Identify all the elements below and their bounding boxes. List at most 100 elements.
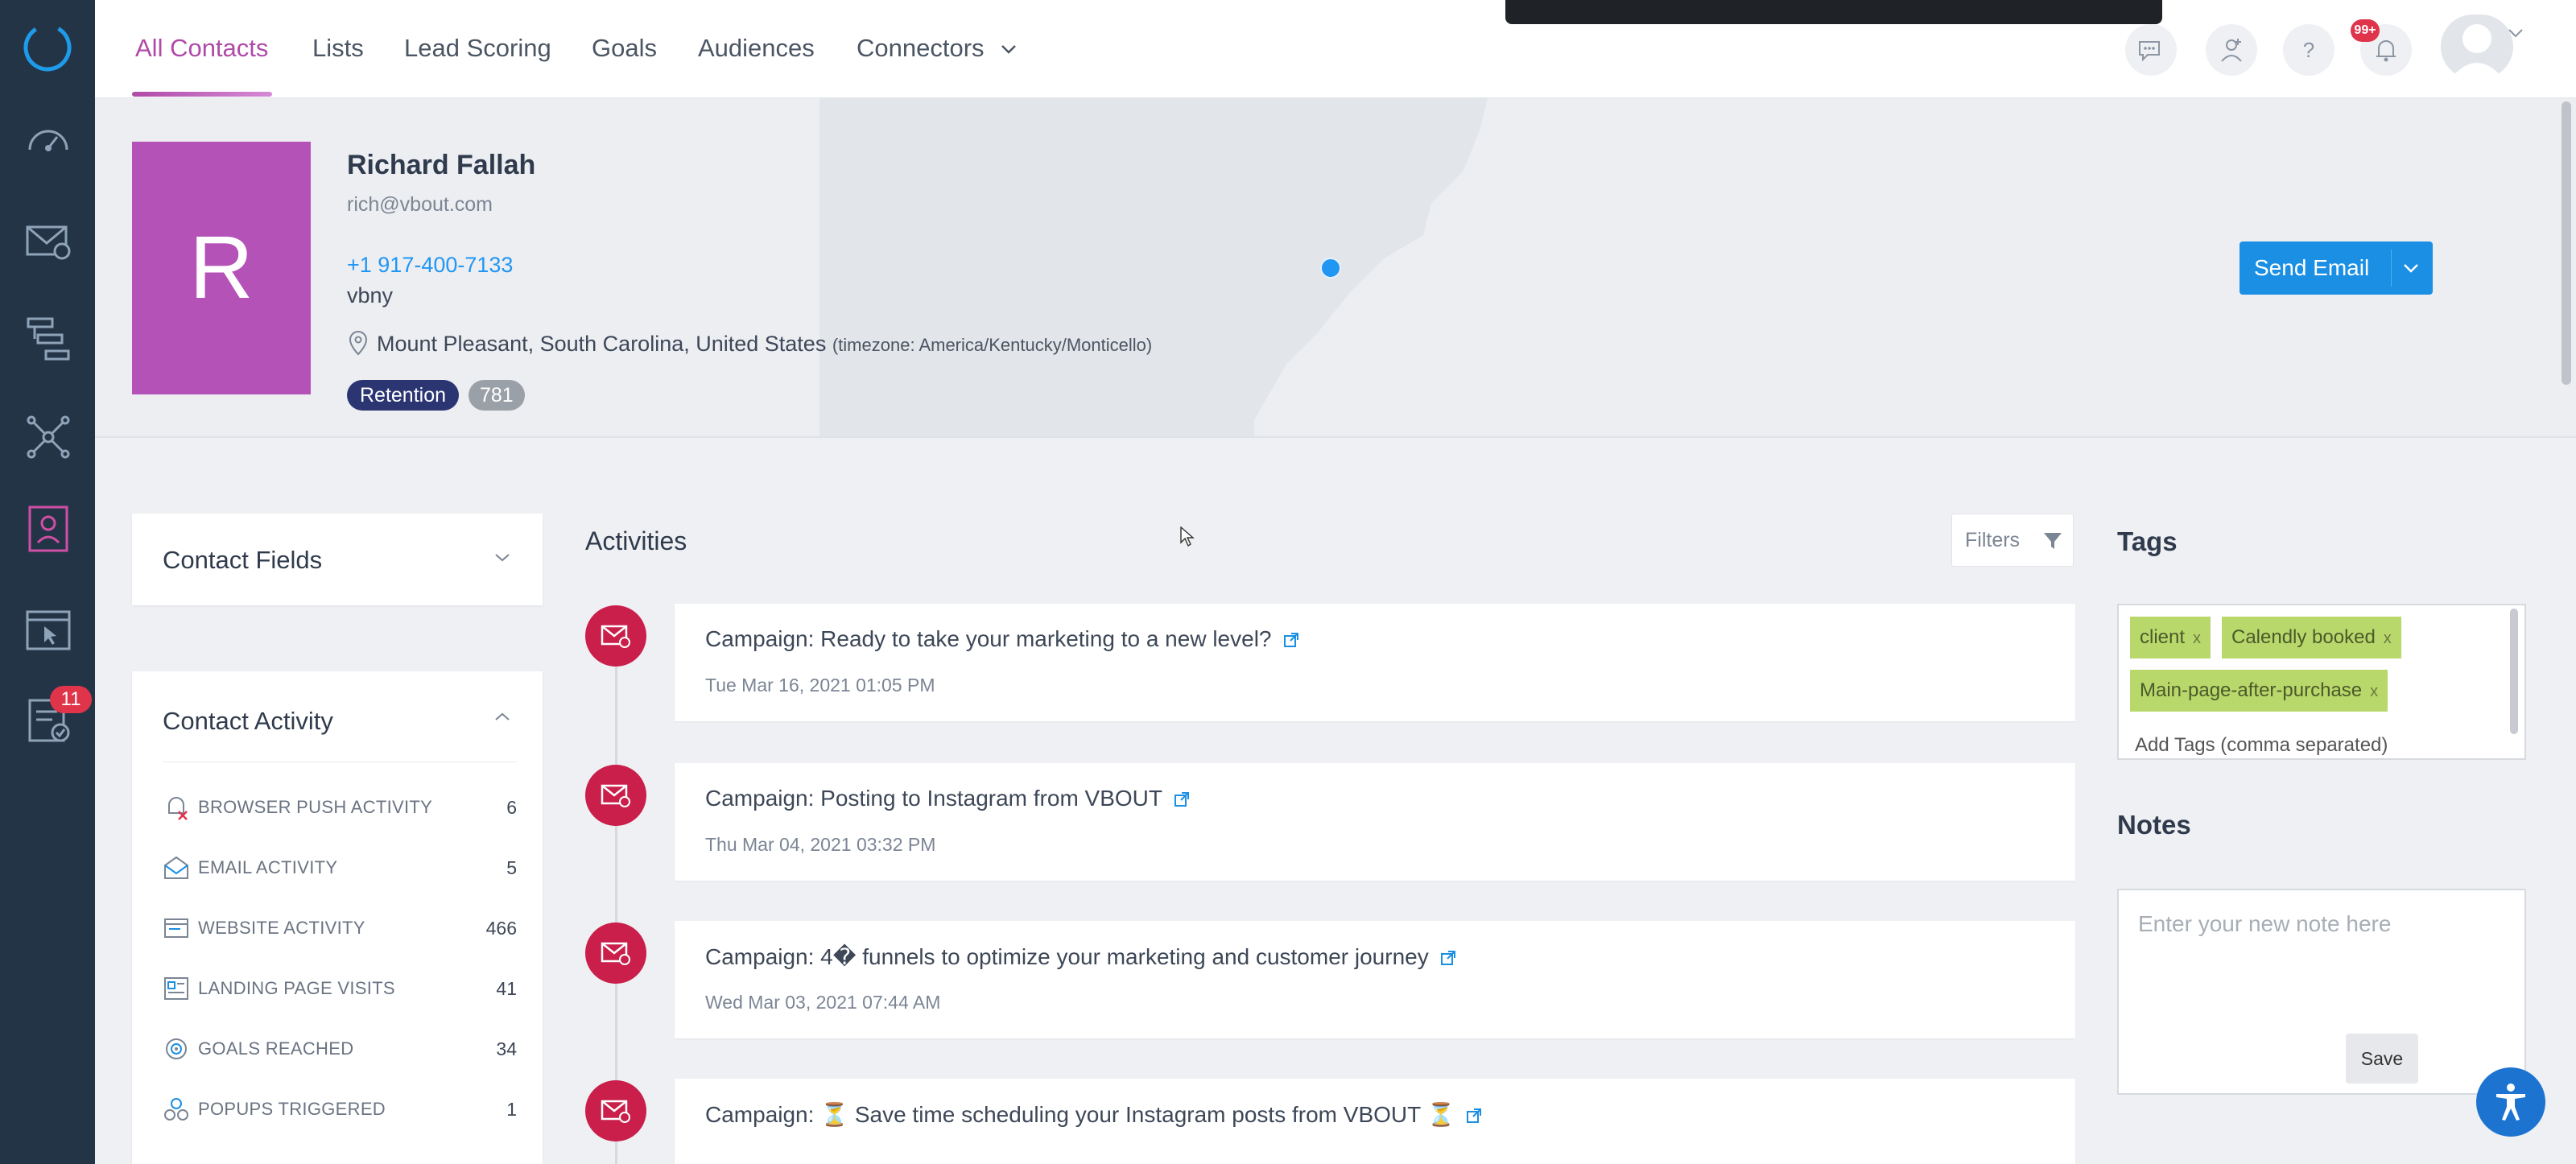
- remove-tag-button[interactable]: x: [2370, 683, 2378, 700]
- email-campaign-icon: [601, 942, 630, 965]
- activity-row-browser-push[interactable]: BROWSER PUSH ACTIVITY 6: [163, 790, 517, 823]
- remove-tag-button[interactable]: x: [2193, 629, 2201, 647]
- tab-lead-scoring[interactable]: Lead Scoring: [404, 34, 551, 63]
- dashboard-gauge-icon[interactable]: [23, 118, 73, 167]
- contact-location: Mount Pleasant, South Carolina, United S…: [377, 332, 1152, 357]
- chat-button[interactable]: [2125, 24, 2177, 76]
- activity-row-popups[interactable]: POPUPS TRIGGERED 1: [163, 1092, 517, 1125]
- activity-card-title[interactable]: Campaign: ⏳ Save time scheduling your In…: [705, 1101, 1482, 1128]
- activity-card-date: Tue Mar 16, 2021 01:05 PM: [705, 675, 935, 696]
- chevron-down-icon[interactable]: [493, 551, 512, 565]
- tag-label: Main-page-after-purchase: [2140, 679, 2363, 701]
- activity-title-text: Campaign: 4� funnels to optimize your ma…: [705, 944, 1429, 969]
- logo-ring-icon[interactable]: [19, 19, 76, 76]
- tab-connectors[interactable]: Connectors: [857, 34, 985, 63]
- tab-goals[interactable]: Goals: [592, 34, 657, 63]
- contacts-icon[interactable]: [23, 504, 73, 554]
- filters-button[interactable]: Filters: [1951, 514, 2074, 567]
- user-silhouette-icon: [2450, 24, 2504, 79]
- note-placeholder: Enter your new note here: [2138, 911, 2392, 936]
- activities-heading: Activities: [585, 526, 687, 555]
- activity-row-landing-pages[interactable]: LANDING PAGE VISITS 41: [163, 972, 517, 1004]
- button-divider: [2391, 250, 2392, 287]
- contact-activity-title: Contact Activity: [163, 707, 333, 735]
- activity-row-website[interactable]: WEBSITE ACTIVITY 466: [163, 911, 517, 943]
- activity-label: EMAIL ACTIVITY: [198, 857, 338, 877]
- chat-icon: [2139, 41, 2160, 62]
- landing-page-icon: [164, 977, 188, 1000]
- add-user-icon: [2221, 39, 2242, 62]
- target-icon: [166, 1038, 187, 1059]
- contact-phone[interactable]: +1 917-400-7133: [347, 253, 513, 278]
- activity-card[interactable]: Campaign: 4� funnels to optimize your ma…: [675, 921, 2075, 1038]
- chevron-down-icon[interactable]: [2505, 23, 2526, 43]
- chevron-down-icon[interactable]: [2402, 261, 2420, 275]
- contact-email[interactable]: rich@vbout.com: [347, 193, 493, 217]
- chevron-down-icon[interactable]: [1000, 42, 1018, 56]
- app-sidebar: 11: [0, 0, 95, 1164]
- tab-audiences[interactable]: Audiences: [698, 34, 815, 63]
- activity-count: 34: [496, 1038, 517, 1059]
- contact-profile-header: R Richard Fallah rich@vbout.com +1 917-4…: [95, 98, 2576, 438]
- activity-label: WEBSITE ACTIVITY: [198, 918, 365, 938]
- external-link-icon[interactable]: [1440, 950, 1456, 966]
- accessibility-button[interactable]: [2476, 1067, 2545, 1137]
- remove-tag-button[interactable]: x: [2384, 629, 2392, 647]
- landing-page-icon[interactable]: [23, 605, 73, 655]
- timeline-campaign-dot: [585, 765, 646, 826]
- external-link-icon[interactable]: [1174, 791, 1190, 807]
- send-email-label: Send Email: [2254, 255, 2370, 280]
- email-icon[interactable]: [23, 216, 73, 266]
- page-scrollbar[interactable]: [2562, 101, 2571, 385]
- contact-fields-panel[interactable]: Contact Fields: [132, 514, 543, 605]
- activity-card-date: Wed Mar 03, 2021 07:44 AM: [705, 992, 941, 1013]
- activity-label: BROWSER PUSH ACTIVITY: [198, 797, 433, 817]
- network-icon[interactable]: [23, 412, 73, 462]
- activity-card-title[interactable]: Campaign: Posting to Instagram from VBOU…: [705, 786, 1190, 811]
- help-button[interactable]: ?: [2283, 24, 2334, 76]
- activity-card[interactable]: Campaign: ⏳ Save time scheduling your In…: [675, 1079, 2075, 1164]
- timeline-campaign-dot: [585, 923, 646, 984]
- location-text: Mount Pleasant, South Carolina, United S…: [377, 332, 827, 356]
- add-tags-input[interactable]: Add Tags (comma separated): [2135, 734, 2388, 757]
- activity-label: GOALS REACHED: [198, 1038, 354, 1059]
- activity-count: 41: [496, 978, 517, 999]
- contact-company: vbny: [347, 283, 394, 308]
- user-avatar[interactable]: [2441, 14, 2513, 79]
- email-campaign-icon: [601, 1100, 630, 1123]
- tag-chip: Calendly booked x: [2222, 617, 2401, 658]
- mouse-cursor-icon: [1180, 526, 1195, 547]
- note-textarea[interactable]: Enter your new note here: [2117, 889, 2526, 1095]
- svg-text:?: ?: [2303, 38, 2314, 62]
- window-overlay-bar: [1505, 0, 2162, 24]
- contact-name: Richard Fallah: [347, 150, 536, 180]
- save-note-button[interactable]: Save: [2346, 1034, 2418, 1084]
- lead-score-badge: 781: [469, 380, 525, 411]
- activity-card-title[interactable]: Campaign: Ready to take your marketing t…: [705, 626, 1299, 652]
- tab-all-contacts[interactable]: All Contacts: [135, 34, 268, 63]
- tasks-badge: 11: [50, 686, 92, 713]
- activity-card[interactable]: Campaign: Posting to Instagram from VBOU…: [675, 763, 2075, 881]
- automation-flow-icon[interactable]: [23, 314, 73, 364]
- email-campaign-icon: [601, 784, 630, 807]
- chevron-up-icon[interactable]: [493, 710, 512, 724]
- activity-title-text: Campaign: Posting to Instagram from VBOU…: [705, 786, 1162, 811]
- send-email-button[interactable]: Send Email: [2240, 241, 2433, 295]
- activity-row-email[interactable]: EMAIL ACTIVITY 5: [163, 851, 517, 883]
- add-contact-button[interactable]: [2206, 24, 2257, 76]
- envelope-open-icon: [164, 856, 188, 879]
- lifecycle-stage-badge: Retention: [347, 380, 460, 411]
- map-pin-icon: [349, 330, 368, 356]
- tags-field[interactable]: client x Calendly booked x Main-page-after…: [2117, 604, 2526, 760]
- activity-count: 5: [506, 857, 517, 878]
- accessibility-icon: [2496, 1084, 2525, 1121]
- tag-chip: client x: [2130, 617, 2211, 658]
- external-link-icon[interactable]: [1466, 1108, 1482, 1124]
- activity-row-goals[interactable]: GOALS REACHED 34: [163, 1032, 517, 1064]
- activity-card-title[interactable]: Campaign: 4� funnels to optimize your ma…: [705, 943, 1456, 970]
- activity-card[interactable]: Campaign: Ready to take your marketing t…: [675, 604, 2075, 721]
- tab-lists[interactable]: Lists: [312, 34, 364, 63]
- tag-chip: Main-page-after-purchase x: [2130, 670, 2388, 712]
- external-link-icon[interactable]: [1283, 632, 1299, 648]
- tags-scrollbar[interactable]: [2510, 609, 2518, 734]
